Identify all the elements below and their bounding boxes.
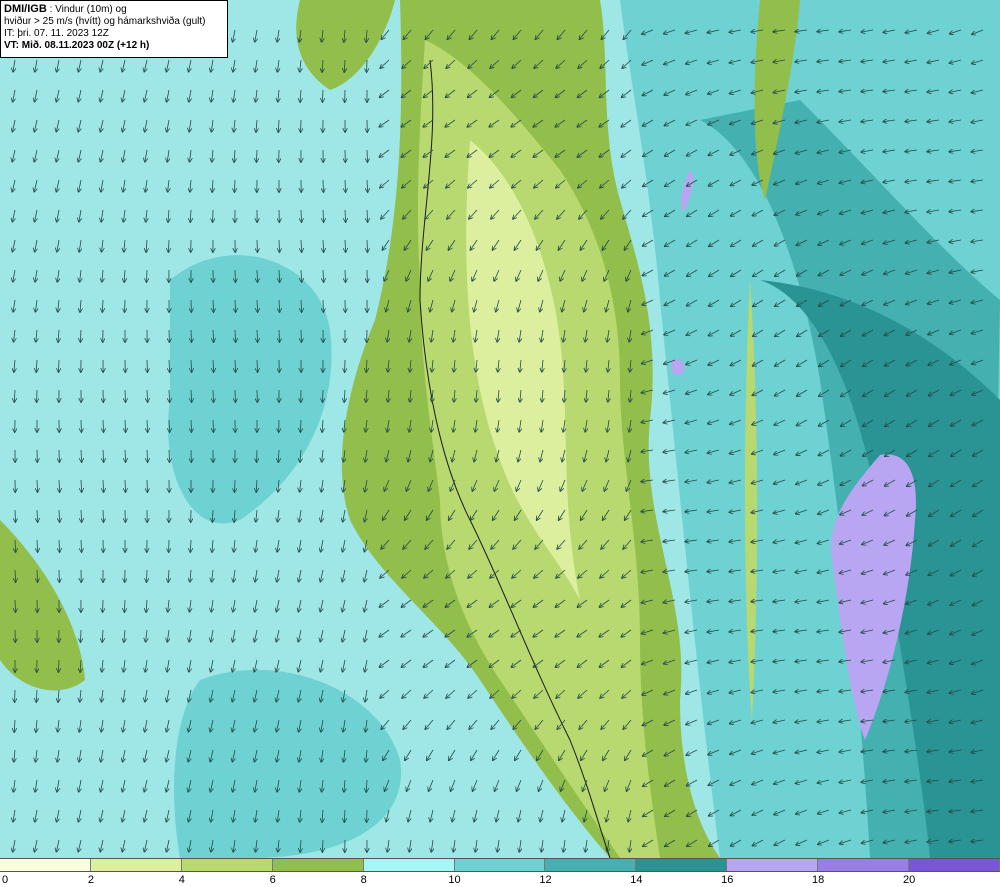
- wind-arrow: [345, 179, 346, 192]
- info-line-4: VT: Mið. 08.11.2023 00Z (+12 h): [4, 40, 150, 51]
- wind-arrow: [125, 479, 126, 492]
- wind-arrow: [81, 629, 82, 642]
- info-line-2: hviður > 25 m/s (hvítt) og hámarkshviða …: [4, 16, 206, 27]
- legend-label: 10: [448, 874, 461, 886]
- wind-map: [0, 0, 1000, 858]
- legend-swatch: [0, 859, 91, 871]
- legend-swatch: [272, 859, 364, 871]
- wind-arrow: [37, 479, 38, 492]
- wind-arrow: [191, 419, 192, 432]
- wind-arrow: [103, 419, 104, 432]
- legend-swatch: [727, 859, 819, 871]
- wind-arrow: [235, 179, 236, 192]
- legend-color-bar: [0, 858, 1000, 872]
- legend-label: 18: [812, 874, 825, 886]
- wind-arrow: [367, 239, 368, 252]
- legend-swatch: [636, 859, 728, 871]
- wind-arrow: [103, 509, 104, 522]
- legend-labels: 0 2 4 6 8 10 12 14 16 18 20: [0, 874, 1000, 887]
- wind-arrow: [213, 389, 214, 402]
- wind-arrow: [15, 509, 16, 522]
- legend-label: 8: [360, 874, 367, 886]
- legend-label: 2: [87, 874, 94, 886]
- legend-label: 14: [630, 874, 643, 886]
- wind-arrow: [345, 269, 346, 282]
- legend-label: 0: [2, 874, 9, 886]
- wind-arrow: [213, 299, 214, 312]
- wind-arrow: [191, 329, 192, 342]
- legend-swatch: [909, 859, 1000, 871]
- wind-arrow: [279, 239, 280, 252]
- wind-arrow: [37, 569, 38, 582]
- legend-label: 6: [269, 874, 276, 886]
- wind-arrow: [257, 359, 258, 372]
- legend-label: 4: [178, 874, 185, 886]
- info-line-3: IT: þri. 07. 11. 2023 12Z: [4, 28, 109, 39]
- wind-map-canvas: [0, 0, 1000, 858]
- info-line-1: DMI/IGB : Vindur (10m) og: [4, 3, 224, 16]
- legend-swatch: [818, 859, 910, 871]
- wind-arrow: [323, 389, 324, 402]
- wind-arrow: [279, 329, 280, 342]
- wind-arrow: [257, 269, 258, 282]
- wind-arrow: [15, 599, 16, 612]
- wind-arrow: [125, 389, 126, 402]
- wind-arrow: [59, 359, 60, 372]
- legend-swatch: [90, 859, 182, 871]
- legend-swatch: [545, 859, 637, 871]
- wind-arrow: [147, 269, 148, 282]
- legend-label: 12: [539, 874, 552, 886]
- legend-swatch: [363, 859, 455, 871]
- wind-arrow: [147, 569, 148, 582]
- wind-arrow: [367, 149, 368, 162]
- info-title: : Vindur (10m) og: [49, 4, 127, 15]
- info-box: DMI/IGB : Vindur (10m) og hviður > 25 m/…: [0, 0, 228, 58]
- wind-arrow: [235, 479, 236, 492]
- legend-swatch: [181, 859, 273, 871]
- wind-arrow: [169, 449, 170, 462]
- info-source: DMI/IGB: [4, 3, 47, 15]
- legend-label: 20: [902, 874, 916, 886]
- wind-arrow: [81, 539, 82, 552]
- legend-label: 16: [721, 874, 734, 886]
- legend-swatch: [454, 859, 546, 871]
- wind-arrow: [301, 209, 302, 222]
- color-legend: 0 2 4 6 8 10 12 14 16 18 20: [0, 858, 1000, 887]
